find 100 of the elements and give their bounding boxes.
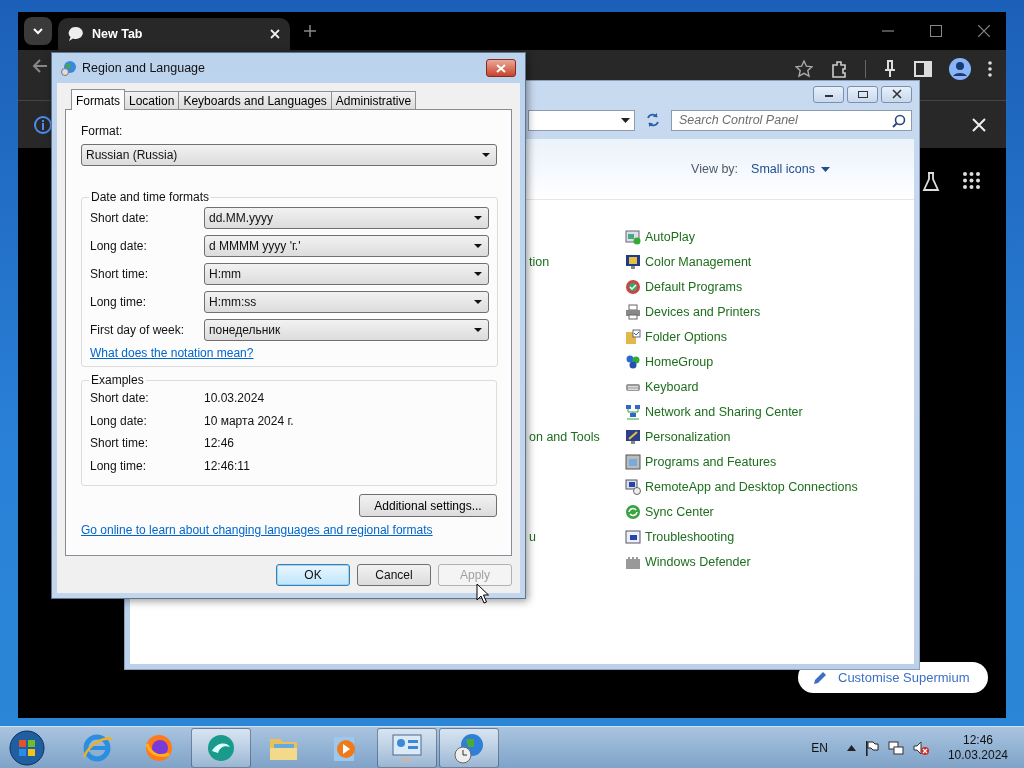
control-panel-link[interactable]: AutoPlay (625, 228, 696, 245)
star-icon[interactable] (795, 60, 813, 78)
search-icon[interactable] (892, 113, 906, 128)
control-panel-link[interactable]: HomeGroup (625, 353, 714, 370)
control-panel-link[interactable]: Keyboard (625, 378, 699, 395)
format-dropdown[interactable]: H:mm:ss (204, 291, 489, 313)
pencil-icon (812, 669, 828, 686)
back-arrow-icon[interactable] (32, 58, 48, 74)
field-label: Short time: (90, 267, 150, 281)
toolbar-divider-icon (865, 60, 866, 78)
caret-icon (474, 216, 482, 220)
format-dropdown[interactable]: Russian (Russia) (81, 144, 497, 166)
language-indicator[interactable]: EN (811, 740, 828, 755)
caret-icon[interactable] (621, 117, 630, 123)
view-by-dropdown[interactable]: Small icons (751, 162, 830, 176)
example-label: Short time: (90, 436, 150, 451)
close-button[interactable] (881, 85, 912, 103)
control-panel-link[interactable]: Troubleshooting (625, 528, 735, 545)
clock-time: 12:46 (962, 732, 993, 748)
format-dropdown[interactable]: понедельник (204, 319, 489, 341)
format-dropdown[interactable]: d MMMM yyyy 'г.' (204, 235, 489, 257)
mouse-cursor-icon (476, 583, 489, 604)
control-panel-link[interactable]: u (529, 529, 536, 544)
info-icon (34, 115, 52, 134)
control-panel-link[interactable]: Default Programs (625, 278, 743, 295)
tab-search-button[interactable] (24, 17, 52, 45)
search-field[interactable]: Search Control Panel (671, 109, 912, 131)
orbs-icon (625, 353, 641, 370)
network-icon (625, 403, 641, 420)
clock-date: 10.03.2024 (947, 747, 1008, 763)
control-panel-link[interactable]: Devices and Printers (625, 303, 761, 320)
network-icon[interactable] (887, 739, 904, 756)
format-dropdown[interactable]: dd.MM.yyyy (204, 207, 489, 229)
dialog-tab[interactable]: Formats (71, 89, 125, 110)
flask-icon[interactable] (922, 172, 940, 192)
dialog-tab[interactable]: Location (124, 91, 180, 109)
control-panel-link[interactable]: Windows Defender (625, 553, 751, 570)
restore-button[interactable] (847, 85, 878, 103)
caret-icon (474, 300, 482, 304)
control-panel-link[interactable]: Programs and Features (625, 453, 777, 470)
refresh-icon (645, 112, 661, 128)
flag-icon[interactable] (864, 739, 879, 756)
close-icon[interactable] (978, 25, 990, 37)
profile-avatar-icon[interactable] (949, 58, 971, 80)
close-button[interactable] (486, 59, 516, 77)
example-label: Long date: (90, 413, 148, 428)
dialog-tab[interactable]: Administrative (330, 91, 417, 109)
control-panel-link[interactable]: Personalization (625, 428, 731, 445)
circle-check-icon (625, 278, 641, 295)
dialog-button[interactable]: OK (276, 564, 350, 586)
muted-speaker-icon[interactable] (912, 739, 929, 756)
close-icon (890, 89, 903, 99)
minimize-button[interactable] (813, 85, 844, 103)
close-icon (496, 63, 506, 73)
dialog-button[interactable]: Cancel (357, 564, 431, 586)
show-hidden-icon[interactable] (846, 744, 856, 751)
control-panel-link[interactable]: Network and Sharing Center (625, 403, 803, 420)
example-value: 12:46:11 (204, 458, 251, 473)
address-bar[interactable] (528, 109, 635, 131)
group-title: Date and time formats (90, 190, 211, 204)
puzzle-icon[interactable] (830, 60, 848, 78)
control-panel-link[interactable]: Color Management (625, 253, 752, 270)
remote-desktop-icon (625, 478, 641, 495)
browser-tab[interactable]: New Tab (58, 18, 290, 50)
dialog-title: Region and Language (82, 61, 207, 75)
side-panel-icon[interactable] (914, 61, 932, 77)
pin-icon[interactable] (883, 60, 897, 78)
caret-icon (482, 153, 490, 157)
windows-logo-icon (9, 729, 45, 766)
notation-link[interactable]: What does the notation mean? (90, 346, 254, 360)
caret-icon (821, 166, 830, 172)
format-dropdown[interactable]: H:mm (204, 263, 489, 285)
caret-icon (474, 272, 482, 276)
folder-icon (625, 328, 641, 345)
maximize-icon[interactable] (930, 25, 942, 37)
control-panel-link[interactable]: RemoteApp and Desktop Connections (625, 478, 858, 495)
control-panel-link[interactable]: Sync Center (625, 503, 714, 520)
field-label: Long date: (90, 239, 148, 253)
example-label: Long time: (90, 458, 148, 473)
apps-grid-icon[interactable] (963, 172, 980, 189)
dialog-tab[interactable]: Keyboards and Languages (178, 91, 332, 109)
taskbar-app[interactable] (439, 727, 499, 768)
start-button[interactable] (7, 727, 47, 768)
chevron-icon (32, 27, 44, 35)
online-help-link[interactable]: Go online to learn about changing languages and regional formats (81, 523, 433, 537)
printer-icon (625, 303, 641, 320)
menu-icon[interactable] (988, 61, 992, 77)
taskbar-app[interactable] (191, 727, 251, 768)
control-panel-link[interactable]: Folder Options (625, 328, 727, 345)
new-tab-icon[interactable] (304, 25, 316, 37)
caret-icon (474, 244, 482, 248)
group-title: Examples (90, 373, 145, 387)
view-by-label: View by: (691, 162, 739, 176)
control-panel-link[interactable]: tion (529, 254, 550, 269)
monitor-brush-icon (625, 428, 641, 445)
taskbar-app[interactable] (377, 727, 437, 768)
example-value: 12:46 (204, 436, 236, 451)
control-panel-link[interactable]: on and Tools (529, 429, 600, 444)
additional-settings-button[interactable]: Additional settings... (359, 494, 497, 517)
field-label: Long time: (90, 295, 148, 309)
